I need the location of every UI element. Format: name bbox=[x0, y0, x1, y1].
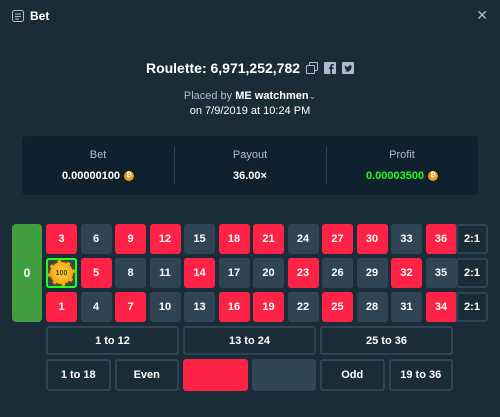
roulette-zero[interactable]: 0 bbox=[12, 224, 42, 322]
outside-bets: 1 to 18 Even Odd 19 to 36 bbox=[46, 359, 453, 391]
chevron-down-icon[interactable]: ⌄ bbox=[309, 91, 317, 101]
bet-date: on 7/9/2019 at 10:24 PM bbox=[189, 105, 311, 117]
stat-bet: Bet 0.00000100 ₿ bbox=[22, 136, 174, 195]
roulette-number-13[interactable]: 13 bbox=[184, 292, 215, 322]
placed-by-label: Placed by bbox=[183, 90, 233, 102]
column-bet-1[interactable]: 2:1 bbox=[456, 224, 488, 254]
stat-bet-label: Bet bbox=[89, 149, 107, 161]
bet-chip: 100 bbox=[48, 260, 75, 286]
bitcoin-icon: ₿ bbox=[428, 171, 439, 181]
high-bet-button[interactable]: 19 to 36 bbox=[388, 359, 453, 391]
stat-payout-row: 36.00× bbox=[174, 170, 326, 182]
modal-title: Bet bbox=[30, 9, 50, 23]
roulette-number-8[interactable]: 8 bbox=[115, 258, 146, 288]
copy-icon[interactable] bbox=[306, 62, 319, 74]
close-icon[interactable]: ✕ bbox=[476, 8, 488, 22]
red-bet-button[interactable] bbox=[183, 359, 248, 391]
bitcoin-icon: ₿ bbox=[124, 171, 135, 181]
dozen-bet-2[interactable]: 13 to 24 bbox=[183, 326, 316, 355]
dozen-bets: 1 to 12 13 to 24 25 to 36 bbox=[46, 326, 453, 355]
roulette-number-33[interactable]: 33 bbox=[391, 224, 422, 254]
odd-bet-button[interactable]: Odd bbox=[320, 359, 385, 391]
roulette-number-11[interactable]: 11 bbox=[149, 258, 181, 288]
roulette-number-36[interactable]: 36 bbox=[425, 224, 457, 254]
roulette-number-35[interactable]: 35 bbox=[425, 258, 457, 288]
roulette-number-30[interactable]: 30 bbox=[356, 224, 388, 254]
low-bet-button[interactable]: 1 to 18 bbox=[46, 359, 111, 391]
roulette-number-10[interactable]: 10 bbox=[149, 292, 181, 322]
stat-bet-value: 0.00000100 bbox=[61, 170, 121, 182]
roulette-number-17[interactable]: 17 bbox=[218, 258, 250, 288]
roulette-number-18[interactable]: 18 bbox=[218, 224, 250, 254]
roulette-number-29[interactable]: 29 bbox=[356, 258, 388, 288]
roulette-number-24[interactable]: 24 bbox=[287, 224, 319, 254]
roulette-number-34[interactable]: 34 bbox=[425, 292, 457, 322]
facebook-icon[interactable] bbox=[324, 62, 337, 74]
dozen-bet-1[interactable]: 1 to 12 bbox=[46, 326, 179, 355]
stat-bet-row: 0.00000100 ₿ bbox=[22, 170, 174, 182]
stat-profit: Profit 0.00003500 ₿ bbox=[326, 136, 478, 195]
username-link[interactable]: ME watchmen bbox=[235, 90, 308, 102]
roulette-number-23[interactable]: 23 bbox=[287, 258, 319, 288]
game-title[interactable]: Roulette: 6,971,252,782 bbox=[146, 60, 300, 76]
roulette-number-27[interactable]: 27 bbox=[322, 224, 353, 254]
bet-stats-panel: Bet 0.00000100 ₿ Payout 36.00× Profit 0.… bbox=[22, 136, 478, 195]
roulette-number-1[interactable]: 1 bbox=[46, 292, 77, 322]
roulette-number-12[interactable]: 12 bbox=[149, 224, 181, 254]
column-bets: 2:1 2:1 2:1 bbox=[456, 224, 488, 322]
twitter-icon[interactable] bbox=[342, 62, 355, 74]
roulette-number-20[interactable]: 20 bbox=[253, 258, 284, 288]
roulette-number-16[interactable]: 16 bbox=[218, 292, 250, 322]
roulette-number-19[interactable]: 19 bbox=[253, 292, 284, 322]
modal-header: Bet ✕ bbox=[0, 0, 500, 32]
roulette-number-32[interactable]: 32 bbox=[391, 258, 422, 288]
stat-payout: Payout 36.00× bbox=[174, 136, 326, 195]
roulette-number-15[interactable]: 15 bbox=[184, 224, 215, 254]
bet-list-icon bbox=[12, 10, 24, 22]
roulette-number-21[interactable]: 21 bbox=[253, 224, 284, 254]
roulette-number-4[interactable]: 4 bbox=[80, 292, 112, 322]
column-bet-2[interactable]: 2:1 bbox=[456, 258, 488, 288]
roulette-number-25[interactable]: 25 bbox=[322, 292, 353, 322]
roulette-number-26[interactable]: 26 bbox=[322, 258, 353, 288]
stat-profit-value: 0.00003500 bbox=[365, 170, 425, 182]
roulette-number-14[interactable]: 14 bbox=[184, 258, 215, 288]
column-bet-3[interactable]: 2:1 bbox=[456, 292, 488, 322]
dozen-bet-3[interactable]: 25 to 36 bbox=[320, 326, 453, 355]
stat-payout-label: Payout bbox=[232, 149, 268, 161]
roulette-number-6[interactable]: 6 bbox=[80, 224, 112, 254]
roulette-number-grid: 3691215182124273033362100581114172023262… bbox=[46, 224, 457, 322]
roulette-number-22[interactable]: 22 bbox=[287, 292, 319, 322]
roulette-number-28[interactable]: 28 bbox=[356, 292, 388, 322]
roulette-number-3[interactable]: 3 bbox=[46, 224, 77, 254]
roulette-number-7[interactable]: 7 bbox=[115, 292, 146, 322]
stat-profit-label: Profit bbox=[389, 149, 415, 161]
roulette-number-5[interactable]: 5 bbox=[80, 258, 112, 288]
black-bet-button[interactable] bbox=[251, 359, 316, 391]
stat-profit-row: 0.00003500 ₿ bbox=[326, 170, 478, 182]
game-title-row: Roulette: 6,971,252,782 bbox=[0, 60, 500, 76]
roulette-number-9[interactable]: 9 bbox=[115, 224, 146, 254]
roulette-number-31[interactable]: 31 bbox=[391, 292, 422, 322]
roulette-number-2[interactable]: 2100 bbox=[46, 258, 77, 288]
placed-by: Placed by ME watchmen⌄ bbox=[0, 90, 500, 102]
even-bet-button[interactable]: Even bbox=[114, 359, 179, 391]
stat-payout-value: 36.00× bbox=[233, 170, 267, 182]
